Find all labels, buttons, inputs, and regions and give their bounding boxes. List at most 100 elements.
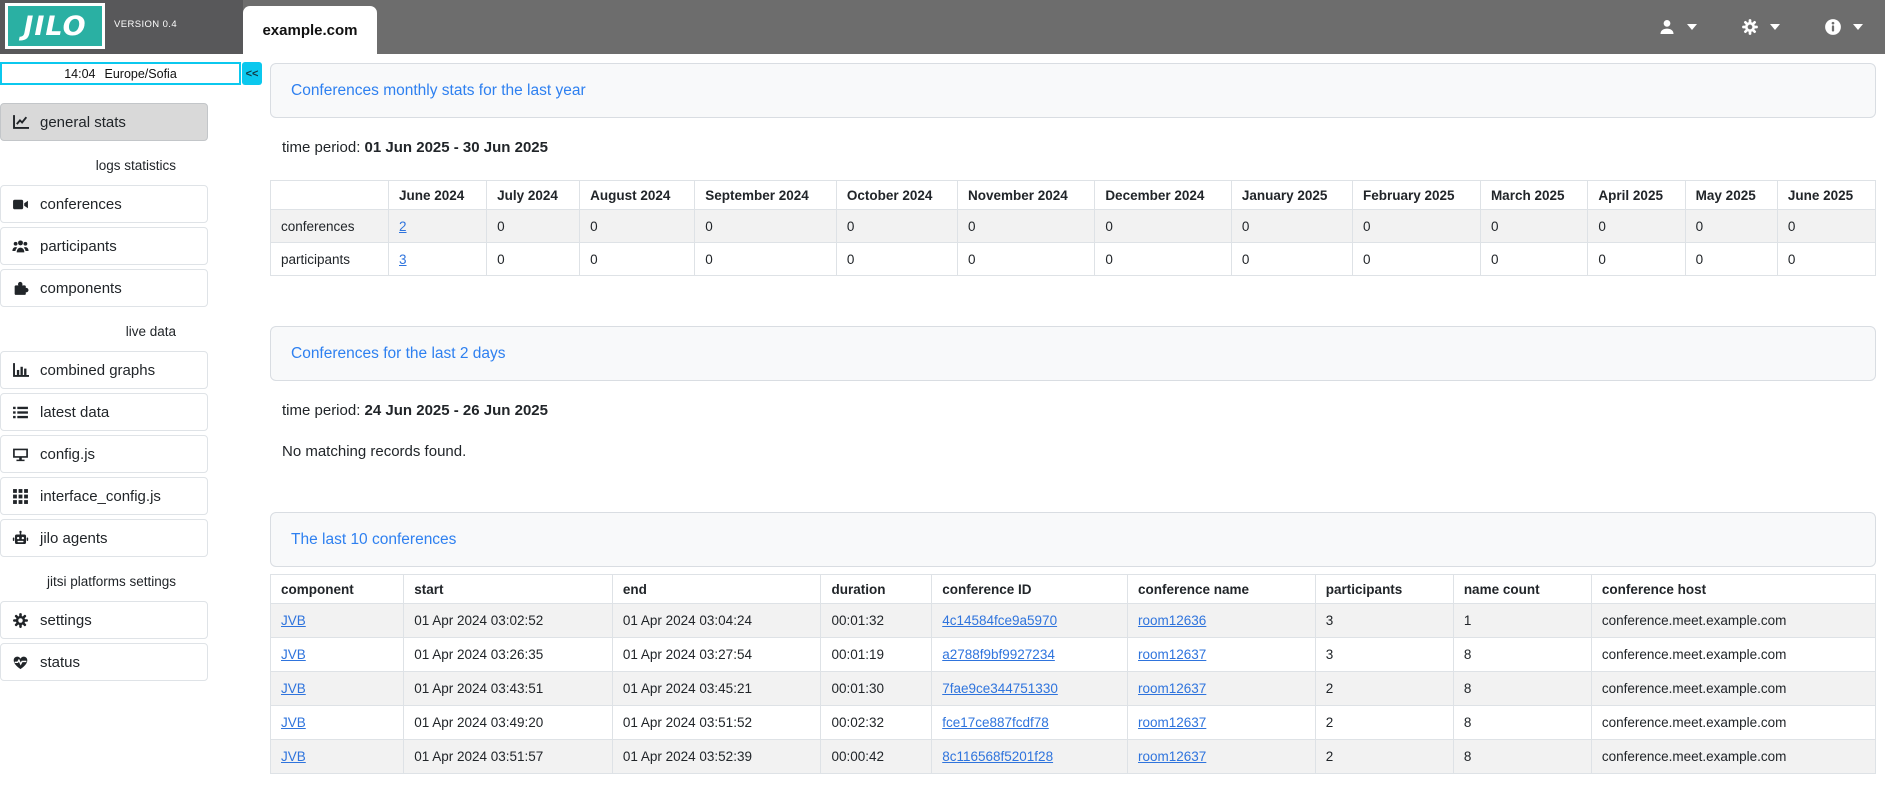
table-link-jvb[interactable]: JVB — [281, 613, 306, 628]
caret-down-icon — [1770, 24, 1780, 30]
last-10-conferences-title[interactable]: The last 10 conferences — [291, 531, 456, 549]
table-cell: 8 — [1453, 672, 1591, 706]
page-layout: 14:04 Europe/Sofia << general statslogs … — [0, 54, 1885, 809]
column-header: June 2024 — [389, 181, 487, 210]
table-cell: 01 Apr 2024 03:04:24 — [612, 604, 821, 638]
users-icon — [12, 238, 29, 255]
table-link-jvb[interactable]: JVB — [281, 749, 306, 764]
table-cell: 0 — [1685, 210, 1777, 243]
table-cell: 00:00:42 — [821, 740, 932, 774]
table-cell: room12637 — [1128, 706, 1316, 740]
topbar-left-segment: JILO VERSION 0.4 — [0, 0, 243, 54]
table-link-room12637[interactable]: room12637 — [1138, 749, 1206, 764]
table-cell: JVB — [271, 706, 404, 740]
table-cell: 01 Apr 2024 03:43:51 — [404, 672, 613, 706]
table-row: participants3000000000000 — [271, 243, 1876, 276]
table-link-room12637[interactable]: room12637 — [1138, 715, 1206, 730]
table-cell: 8 — [1453, 740, 1591, 774]
sidebar-item-latest-data[interactable]: latest data — [0, 393, 208, 431]
table-link-4c14584fce9a5970[interactable]: 4c14584fce9a5970 — [942, 613, 1057, 628]
table-cell: 3 — [389, 243, 487, 276]
table-cell: conferences — [271, 210, 389, 243]
table-link-fce17ce887fcdf78[interactable]: fce17ce887fcdf78 — [942, 715, 1049, 730]
sidebar-item-config-js[interactable]: config.js — [0, 435, 208, 473]
monthly-stats-table: June 2024July 2024August 2024September 2… — [270, 180, 1876, 276]
gear-icon — [1741, 18, 1759, 36]
table-link-room12637[interactable]: room12637 — [1138, 681, 1206, 696]
table-cell: 0 — [957, 243, 1094, 276]
table-cell: 3 — [1315, 638, 1453, 672]
table-cell: 0 — [580, 210, 695, 243]
table-cell: 0 — [1777, 243, 1875, 276]
table-cell: 0 — [1480, 210, 1587, 243]
table-link-room12636[interactable]: room12636 — [1138, 613, 1206, 628]
table-link-a2788f9bf9927234[interactable]: a2788f9bf9927234 — [942, 647, 1055, 662]
app-logo[interactable]: JILO — [5, 3, 105, 49]
table-cell: 4c14584fce9a5970 — [932, 604, 1128, 638]
info-menu[interactable] — [1824, 18, 1863, 36]
topbar-spacer — [377, 0, 1658, 54]
table-link-jvb[interactable]: JVB — [281, 681, 306, 696]
column-header: December 2024 — [1095, 181, 1232, 210]
gear-menu[interactable] — [1741, 18, 1780, 36]
clock-time: 14:04 — [64, 67, 95, 81]
table-cell: 0 — [695, 210, 837, 243]
sidebar-item-combined-graphs[interactable]: combined graphs — [0, 351, 208, 389]
last-2-days-title[interactable]: Conferences for the last 2 days — [291, 345, 506, 363]
column-header: conference host — [1591, 575, 1875, 604]
column-header: duration — [821, 575, 932, 604]
sidebar-item-settings[interactable]: settings — [0, 601, 208, 639]
table-link-8c116568f5201f28[interactable]: 8c116568f5201f28 — [942, 749, 1053, 764]
platform-tab[interactable]: example.com — [243, 6, 377, 54]
sidebar-item-label: participants — [40, 238, 117, 255]
sidebar-item-components[interactable]: components — [0, 269, 208, 307]
time-period-label: time period: — [282, 402, 360, 419]
sidebar-item-interface-config-js[interactable]: interface_config.js — [0, 477, 208, 515]
puzzle-icon — [12, 280, 29, 297]
sidebar-section-label: logs statistics — [0, 145, 208, 185]
table-cell: 8 — [1453, 638, 1591, 672]
table-cell: 1 — [1453, 604, 1591, 638]
sidebar-item-label: conferences — [40, 196, 122, 213]
topbar-menus — [1658, 0, 1885, 54]
main-content: Conferences monthly stats for the last y… — [262, 54, 1885, 809]
caret-down-icon — [1687, 24, 1697, 30]
sidebar: 14:04 Europe/Sofia << general statslogs … — [0, 54, 262, 809]
sidebar-item-participants[interactable]: participants — [0, 227, 208, 265]
sidebar-item-general-stats[interactable]: general stats — [0, 103, 208, 141]
table-link-3[interactable]: 3 — [399, 252, 407, 267]
sidebar-collapse-button[interactable]: << — [242, 62, 262, 85]
sidebar-item-label: settings — [40, 612, 92, 629]
grid-icon — [12, 488, 29, 505]
table-cell: a2788f9bf9927234 — [932, 638, 1128, 672]
table-cell: 7fae9ce344751330 — [932, 672, 1128, 706]
column-header: September 2024 — [695, 181, 837, 210]
sidebar-item-label: status — [40, 654, 80, 671]
sidebar-item-jilo-agents[interactable]: jilo agents — [0, 519, 208, 557]
table-cell: 0 — [487, 210, 580, 243]
table-link-room12637[interactable]: room12637 — [1138, 647, 1206, 662]
table-link-jvb[interactable]: JVB — [281, 647, 306, 662]
table-row: JVB01 Apr 2024 03:26:3501 Apr 2024 03:27… — [271, 638, 1876, 672]
table-cell: 01 Apr 2024 03:49:20 — [404, 706, 613, 740]
user-menu[interactable] — [1658, 18, 1697, 36]
table-cell: 2 — [1315, 672, 1453, 706]
sidebar-item-conferences[interactable]: conferences — [0, 185, 208, 223]
monthly-stats-title[interactable]: Conferences monthly stats for the last y… — [291, 82, 586, 100]
sidebar-item-status[interactable]: status — [0, 643, 208, 681]
table-cell: 01 Apr 2024 03:02:52 — [404, 604, 613, 638]
table-cell: room12637 — [1128, 638, 1316, 672]
table-cell: 2 — [1315, 706, 1453, 740]
column-header — [271, 181, 389, 210]
table-link-jvb[interactable]: JVB — [281, 715, 306, 730]
table-cell: 0 — [1231, 243, 1352, 276]
robot-icon — [12, 530, 29, 547]
table-cell: 01 Apr 2024 03:51:57 — [404, 740, 613, 774]
time-period-value: 01 Jun 2025 - 30 Jun 2025 — [365, 139, 548, 156]
table-link-2[interactable]: 2 — [399, 219, 407, 234]
column-header: April 2025 — [1588, 181, 1685, 210]
table-cell: conference.meet.example.com — [1591, 740, 1875, 774]
table-link-7fae9ce344751330[interactable]: 7fae9ce344751330 — [942, 681, 1058, 696]
table-cell: JVB — [271, 740, 404, 774]
table-row: JVB01 Apr 2024 03:51:5701 Apr 2024 03:52… — [271, 740, 1876, 774]
